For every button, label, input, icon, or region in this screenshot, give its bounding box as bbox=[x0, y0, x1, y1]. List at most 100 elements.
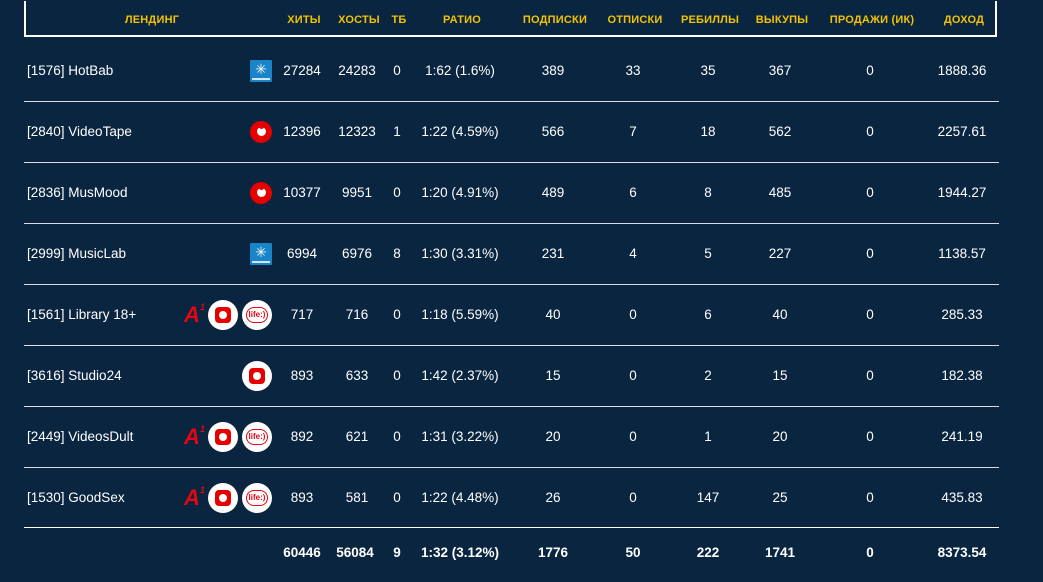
header-income[interactable]: ДОХОД bbox=[944, 14, 984, 26]
table-row: [2836] MusMood 10377 9951 0 1:20 (4.91%) 489 6… bbox=[24, 162, 999, 224]
header-unsubs[interactable]: ОТПИСКИ bbox=[607, 14, 662, 26]
header-landing[interactable]: ЛЕНДИНГ bbox=[125, 14, 179, 26]
cell-income: 182.38 bbox=[941, 368, 983, 383]
cell-tb: 1 bbox=[393, 124, 401, 139]
cell-sales: 0 bbox=[866, 246, 874, 261]
totals-row: 60446 56084 9 1:32 (3.12%) 1776 50 222 1… bbox=[24, 527, 999, 577]
vodafone-square bbox=[215, 306, 231, 323]
cell-hosts: 621 bbox=[345, 429, 369, 444]
cell-income: 435.83 bbox=[941, 490, 983, 505]
a1-sup: 1 bbox=[199, 484, 205, 495]
cell-hits: 10377 bbox=[283, 185, 321, 200]
cell-sales: 0 bbox=[866, 124, 874, 139]
a1-letter: A bbox=[184, 484, 200, 510]
cell-sales: 0 bbox=[866, 490, 874, 505]
kyivstar-icon: ✳ bbox=[250, 59, 272, 82]
cell-hosts: 716 bbox=[345, 307, 369, 322]
cell-subs: 26 bbox=[545, 490, 561, 505]
operator-icons: A 1 life:) bbox=[180, 421, 272, 452]
cell-buyouts: 485 bbox=[768, 185, 792, 200]
header-hosts[interactable]: ХОСТЫ bbox=[338, 14, 380, 26]
cell-income: 2257.61 bbox=[937, 124, 987, 139]
cell-sales: 0 bbox=[866, 307, 874, 322]
vodafone-circle-icon bbox=[242, 360, 272, 391]
cell-subs: 20 bbox=[545, 429, 561, 444]
a1-sup: 1 bbox=[199, 301, 205, 312]
vodafone-circle-icon bbox=[208, 299, 238, 330]
header-ratio[interactable]: РАТИО bbox=[443, 14, 481, 26]
total-unsubs: 50 bbox=[625, 545, 641, 560]
landing-name[interactable]: [2836] MusMood bbox=[27, 162, 128, 223]
table-row: [2449] VideosDult A 1 life:) 892 621 0 1:31 (3.… bbox=[24, 406, 999, 468]
vodafone-circle-icon bbox=[208, 482, 238, 513]
life-text: life:) bbox=[245, 428, 269, 445]
cell-hits: 892 bbox=[290, 429, 314, 444]
cell-hits: 27284 bbox=[283, 63, 321, 78]
operator-icons: ✳ bbox=[250, 55, 272, 86]
landing-name[interactable]: [1530] GoodSex bbox=[27, 467, 125, 528]
a1-icon: A1 bbox=[180, 484, 205, 510]
header-rebills[interactable]: РЕБИЛЛЫ bbox=[681, 14, 739, 26]
star-glyph: ✳ bbox=[255, 61, 267, 77]
cell-hosts: 9951 bbox=[341, 185, 373, 200]
cell-hits: 12396 bbox=[283, 124, 321, 139]
a1-icon: A1 bbox=[180, 424, 205, 449]
a1-letter: A bbox=[184, 301, 200, 327]
vodafone-icon bbox=[250, 181, 272, 204]
cell-income: 285.33 bbox=[941, 307, 983, 322]
cell-tb: 0 bbox=[393, 307, 401, 322]
cell-subs: 40 bbox=[545, 307, 561, 322]
cell-unsubs: 7 bbox=[629, 124, 637, 139]
cell-hits: 717 bbox=[290, 307, 314, 322]
cell-hosts: 24283 bbox=[338, 63, 376, 78]
total-tb: 9 bbox=[393, 545, 401, 560]
table-row: [2999] MusicLab ✳ 6994 6976 8 1:30 (3.31%) 231… bbox=[24, 223, 999, 285]
landing-name[interactable]: [2999] MusicLab bbox=[27, 223, 126, 284]
operator-icons: ✳ bbox=[250, 238, 272, 269]
total-rebills: 222 bbox=[696, 545, 720, 560]
star-glyph: ✳ bbox=[255, 244, 267, 260]
cell-rebills: 35 bbox=[700, 63, 716, 78]
header-sales[interactable]: ПРОДАЖИ (ИК) bbox=[830, 14, 915, 26]
total-sales: 0 bbox=[866, 545, 874, 560]
cell-rebills: 5 bbox=[704, 246, 712, 261]
cell-buyouts: 15 bbox=[772, 368, 788, 383]
cell-sales: 0 bbox=[866, 368, 874, 383]
cell-unsubs: 0 bbox=[629, 307, 637, 322]
cell-tb: 0 bbox=[393, 490, 401, 505]
cell-income: 241.19 bbox=[941, 429, 983, 444]
landing-name[interactable]: [1561] Library 18+ bbox=[27, 284, 136, 345]
cell-subs: 489 bbox=[541, 185, 565, 200]
header-subs[interactable]: ПОДПИСКИ bbox=[523, 14, 587, 26]
landing-name[interactable]: [2840] VideoTape bbox=[27, 101, 132, 162]
cell-rebills: 2 bbox=[704, 368, 712, 383]
operator-icons bbox=[250, 116, 272, 147]
life-icon: life:) bbox=[242, 421, 272, 452]
cell-hosts: 6976 bbox=[341, 246, 373, 261]
cell-unsubs: 4 bbox=[629, 246, 637, 261]
cell-ratio: 1:22 (4.59%) bbox=[421, 124, 499, 139]
speechmark bbox=[256, 124, 266, 136]
landing-name[interactable]: [2449] VideosDult bbox=[27, 406, 133, 467]
cell-hits: 893 bbox=[290, 368, 314, 383]
cell-sales: 0 bbox=[866, 429, 874, 444]
header-hits[interactable]: ХИТЫ bbox=[287, 14, 321, 26]
vodafone-square bbox=[215, 428, 231, 445]
cell-tb: 0 bbox=[393, 368, 401, 383]
landing-name[interactable]: [3616] Studio24 bbox=[27, 345, 122, 406]
landing-name[interactable]: [1576] HotBab bbox=[27, 40, 113, 101]
cell-hosts: 581 bbox=[345, 490, 369, 505]
cell-unsubs: 33 bbox=[625, 63, 641, 78]
cell-subs: 15 bbox=[545, 368, 561, 383]
cell-buyouts: 40 bbox=[772, 307, 788, 322]
cell-subs: 231 bbox=[541, 246, 565, 261]
cell-ratio: 1:42 (2.37%) bbox=[421, 368, 499, 383]
cell-tb: 0 bbox=[393, 185, 401, 200]
header-buyouts[interactable]: ВЫКУПЫ bbox=[756, 14, 808, 26]
life-icon: life:) bbox=[242, 482, 272, 513]
cell-income: 1944.27 bbox=[937, 185, 987, 200]
cell-hosts: 12323 bbox=[338, 124, 376, 139]
a1-icon: A1 bbox=[180, 301, 205, 327]
table-row: [1530] GoodSex A 1 life:) 893 581 0 1:22 (4.48%… bbox=[24, 467, 999, 528]
header-tb[interactable]: ТБ bbox=[391, 14, 406, 26]
